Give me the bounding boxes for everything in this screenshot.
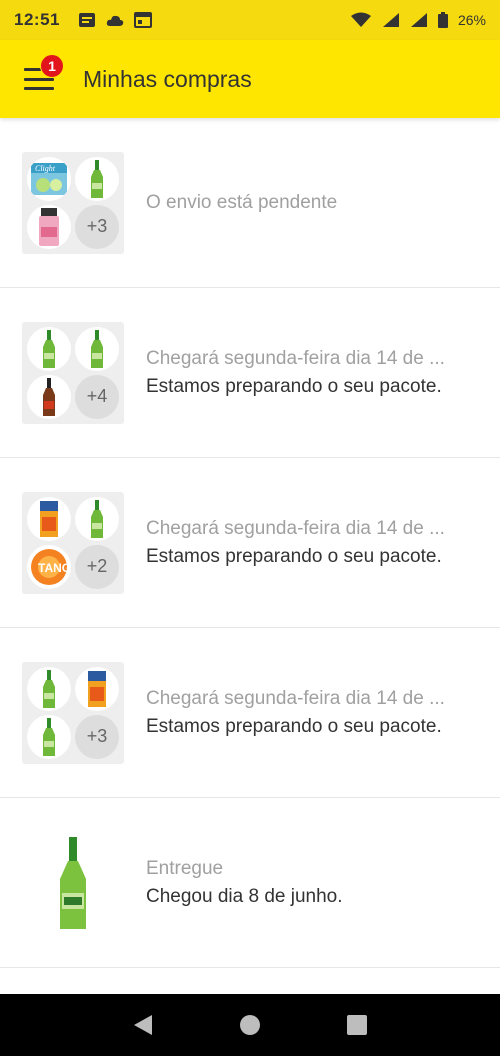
product-thumbnails: TANG +2 <box>22 491 124 594</box>
purchase-info: Chegará segunda-feira dia 14 de ... Esta… <box>146 515 480 571</box>
recents-button[interactable] <box>337 1005 377 1045</box>
message-icon <box>78 13 95 27</box>
home-button[interactable] <box>230 1005 270 1045</box>
purchase-list: Clight +3 O envio está pendente +4 Chega… <box>0 118 500 968</box>
purchase-info: Chegará segunda-feira dia 14 de ... Esta… <box>146 685 480 741</box>
beer-bottle-icon <box>75 496 119 541</box>
svg-text:Clight: Clight <box>35 164 56 173</box>
more-items-count: +3 <box>75 714 119 759</box>
tang-packet-icon: TANG <box>27 544 71 589</box>
purchase-detail: Estamos preparando o seu pacote. <box>146 715 442 737</box>
purchase-item[interactable]: +3 Chegará segunda-feira dia 14 de ... E… <box>0 628 500 798</box>
navigation-bar <box>0 994 500 1056</box>
back-button[interactable] <box>123 1005 163 1045</box>
status-time: 12:51 <box>14 10 60 29</box>
beer-bottle-icon <box>75 156 119 201</box>
calendar-icon <box>133 12 152 28</box>
status-bar: 12:51 26% <box>0 0 500 40</box>
product-thumbnail <box>22 832 124 934</box>
purchase-status: O envio está pendente <box>146 191 338 213</box>
purchase-info: Entregue Chegou dia 8 de junho. <box>146 855 480 911</box>
beer-bottle-icon <box>27 326 71 371</box>
beer-bottle-icon <box>27 666 71 711</box>
product-thumbnails: +4 <box>22 321 124 424</box>
notification-badge: 1 <box>40 54 64 78</box>
juice-box-icon <box>27 496 71 541</box>
home-icon <box>239 1015 260 1035</box>
purchase-item[interactable]: +4 Chegará segunda-feira dia 14 de ... E… <box>0 288 500 458</box>
purchase-status: Chegará segunda-feira dia 14 de ... <box>146 517 445 539</box>
menu-button[interactable]: 1 <box>0 40 70 118</box>
purchase-detail: Estamos preparando o seu pacote. <box>146 545 442 567</box>
wifi-icon <box>350 12 371 27</box>
purchase-item[interactable]: Clight +3 O envio está pendente <box>0 118 500 288</box>
app-bar: 1 Minhas compras <box>0 40 500 118</box>
red-bottle-icon <box>27 374 71 419</box>
page-title: Minhas compras <box>83 65 252 92</box>
battery-icon <box>437 12 448 28</box>
signal-icon <box>382 13 399 27</box>
purchase-info: O envio está pendente <box>146 189 480 217</box>
purchase-item[interactable]: Entregue Chegou dia 8 de junho. <box>0 798 500 968</box>
product-thumbnails: Clight +3 <box>22 151 124 254</box>
svg-text:TANG: TANG <box>38 561 69 575</box>
product-thumbnails: +3 <box>22 661 124 764</box>
purchase-detail: Estamos preparando o seu pacote. <box>146 375 442 397</box>
battery-level: 26% <box>457 12 486 28</box>
recents-icon <box>346 1015 367 1035</box>
purchase-status: Entregue <box>146 857 224 879</box>
purchase-status: Chegará segunda-feira dia 14 de ... <box>146 347 445 369</box>
purchase-item[interactable]: TANG +2 Chegará segunda-feira dia 14 de … <box>0 458 500 628</box>
purchase-info: Chegará segunda-feira dia 14 de ... Esta… <box>146 345 480 401</box>
jar-product-icon <box>27 204 71 249</box>
signal-icon-2 <box>410 13 427 27</box>
beer-bottle-icon <box>27 714 71 759</box>
beer-bottle-icon <box>60 836 86 929</box>
purchase-detail: Chegou dia 8 de junho. <box>146 885 343 907</box>
more-items-count: +3 <box>75 204 119 249</box>
cloud-icon <box>106 15 124 26</box>
beer-bottle-icon <box>75 326 119 371</box>
back-icon <box>134 1015 153 1035</box>
more-items-count: +4 <box>75 374 119 419</box>
purchase-status: Chegará segunda-feira dia 14 de ... <box>146 687 445 709</box>
more-items-count: +2 <box>75 544 119 589</box>
juice-box-icon <box>75 666 119 711</box>
clight-juice-icon: Clight <box>27 156 71 201</box>
